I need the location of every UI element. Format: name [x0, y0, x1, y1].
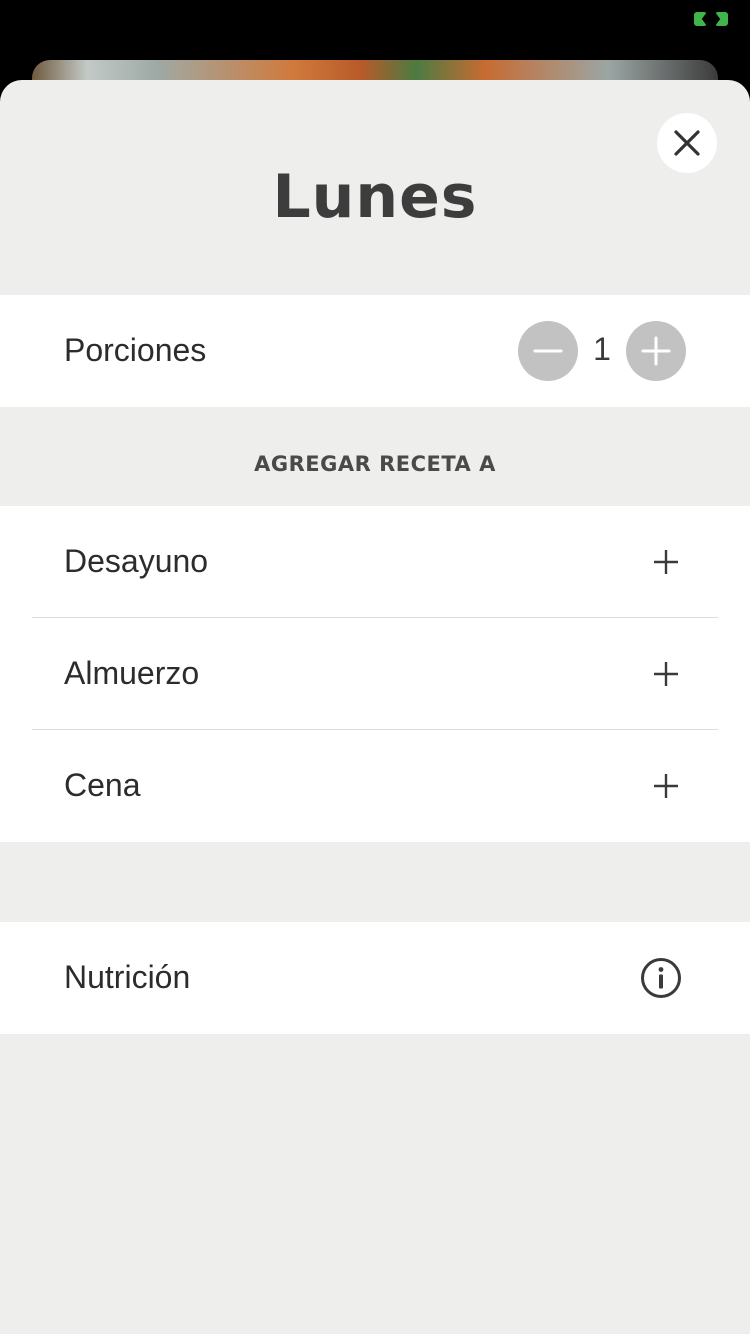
nutrition-row[interactable]: Nutrición [0, 922, 750, 1034]
status-bar [0, 0, 750, 60]
plus-icon [641, 336, 671, 366]
plus-icon [654, 774, 678, 798]
servings-value: 1 [593, 331, 611, 367]
nutrition-label: Nutrición [64, 959, 191, 995]
servings-row: Porciones 1 [0, 295, 750, 407]
meal-list: Desayuno Almuerzo Cena [0, 506, 750, 842]
meal-item-desayuno[interactable]: Desayuno [0, 506, 750, 618]
meal-label: Desayuno [64, 543, 209, 579]
add-to-plan-sheet: Lunes Porciones 1 AGREGAR RECETA A Desay… [0, 80, 750, 1334]
meal-label: Cena [64, 767, 141, 803]
increase-servings-button[interactable] [626, 321, 686, 381]
servings-label: Porciones [64, 332, 207, 368]
page-title: Lunes [272, 162, 478, 232]
meal-item-almuerzo[interactable]: Almuerzo [0, 618, 750, 730]
status-indicator-icon [694, 12, 728, 28]
plus-icon [654, 550, 678, 574]
plus-icon [654, 662, 678, 686]
info-icon[interactable] [640, 957, 682, 999]
close-icon [674, 130, 700, 156]
meal-item-cena[interactable]: Cena [0, 730, 750, 842]
meal-label: Almuerzo [64, 655, 200, 691]
decrease-servings-button[interactable] [518, 321, 578, 381]
minus-icon [533, 349, 563, 353]
add-recipe-section-header: AGREGAR RECETA A [254, 452, 496, 476]
